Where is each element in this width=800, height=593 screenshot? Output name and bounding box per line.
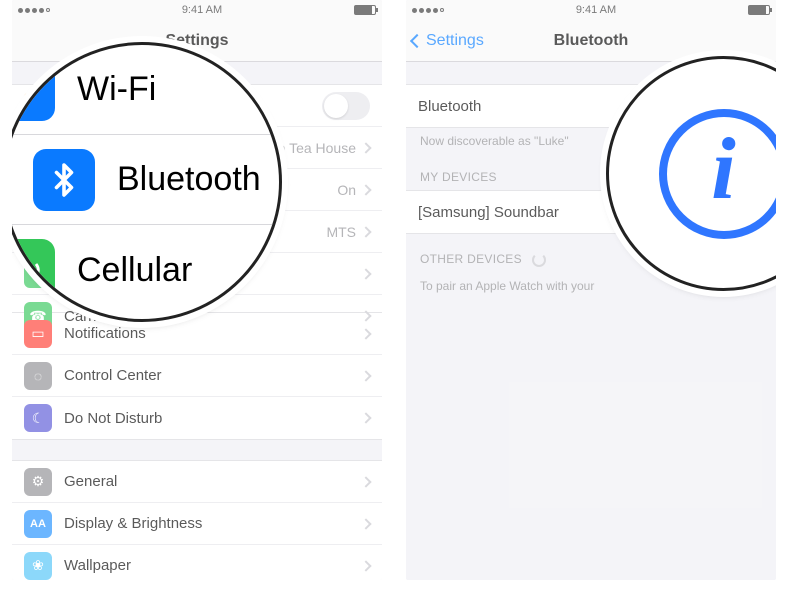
battery-icon — [354, 5, 376, 15]
battery-icon — [748, 5, 770, 15]
row-notifications[interactable]: ▭ Notifications — [12, 313, 382, 355]
bluetooth-screen: 9:41 AM Settings Bluetooth Bluetooth Now… — [406, 0, 776, 580]
spinner-icon — [532, 253, 546, 267]
signal-dots-icon — [412, 8, 444, 13]
row-dnd[interactable]: ☾ Do Not Disturb — [12, 397, 382, 439]
row-general[interactable]: ⚙ General — [12, 461, 382, 503]
bluetooth-icon — [33, 149, 95, 211]
row-wallpaper[interactable]: ❀ Wallpaper — [12, 545, 382, 580]
gear-icon: ⚙ — [24, 468, 52, 496]
row-label: Do Not Disturb — [64, 410, 362, 427]
row-label: Notifications — [64, 325, 362, 342]
control-center-icon: ◌ — [24, 362, 52, 390]
airplane-toggle[interactable] — [322, 92, 370, 120]
chevron-right-icon — [360, 226, 371, 237]
magnifier-wifi-label: Wi-Fi — [77, 70, 156, 109]
row-label: Wallpaper — [64, 557, 362, 574]
chevron-right-icon — [360, 412, 371, 423]
chevron-right-icon — [360, 142, 371, 153]
magnifier-cellular-label: Cellular — [77, 251, 192, 290]
moon-icon: ☾ — [24, 404, 52, 432]
page-title: Bluetooth — [554, 32, 629, 50]
row-value: On — [337, 182, 356, 198]
chevron-right-icon — [360, 560, 371, 571]
magnifier-left: Wi-Fi Bluetooth Cellular — [12, 42, 282, 322]
cellular-icon — [12, 239, 55, 301]
status-time: 9:41 AM — [576, 4, 616, 16]
settings-screen: 9:41 AM Settings ✈︎ Airplane Mode Wi-Fi … — [12, 0, 382, 580]
status-bar: 9:41 AM — [406, 0, 776, 20]
settings-group-general: ⚙ General AA Display & Brightness ❀ Wall… — [12, 460, 382, 580]
row-control-center[interactable]: ◌ Control Center — [12, 355, 382, 397]
status-time: 9:41 AM — [182, 4, 222, 16]
notifications-icon: ▭ — [24, 320, 52, 348]
chevron-right-icon — [360, 518, 371, 529]
row-value: MTS — [326, 224, 356, 240]
signal-dots-icon — [18, 8, 50, 13]
back-label: Settings — [426, 32, 484, 50]
display-icon: AA — [24, 510, 52, 538]
chevron-right-icon — [360, 184, 371, 195]
magnifier-bluetooth-label: Bluetooth — [117, 160, 261, 199]
settings-group-alerts: ▭ Notifications ◌ Control Center ☾ Do No… — [12, 312, 382, 440]
chevron-right-icon — [360, 476, 371, 487]
row-display[interactable]: AA Display & Brightness — [12, 503, 382, 545]
row-label: Display & Brightness — [64, 515, 362, 532]
info-icon: i — [659, 109, 777, 239]
status-bar: 9:41 AM — [12, 0, 382, 20]
chevron-right-icon — [360, 268, 371, 279]
back-button[interactable]: Settings — [412, 20, 484, 61]
chevron-right-icon — [360, 328, 371, 339]
row-label: Control Center — [64, 367, 362, 384]
chevron-right-icon — [360, 370, 371, 381]
wallpaper-icon: ❀ — [24, 552, 52, 580]
row-value: sh Tea House — [271, 140, 356, 156]
wifi-icon — [12, 59, 55, 121]
chevron-left-icon — [410, 33, 424, 47]
row-label: General — [64, 473, 362, 490]
